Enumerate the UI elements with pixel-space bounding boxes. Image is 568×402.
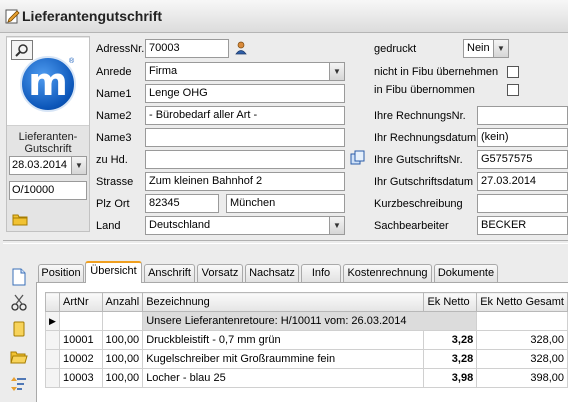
note-icon[interactable] xyxy=(10,320,28,338)
rechnungsnr-label: Ihre RechnungsNr. xyxy=(374,110,466,122)
name3-label: Name3 xyxy=(96,132,132,144)
grid-header-row: ArtNr Anzahl Bezeichnung Ek Netto Ek Net… xyxy=(45,292,568,312)
sachbearbeiter-field[interactable]: BECKER xyxy=(477,216,568,235)
gutschriftsdatum-label: Ihr Gutschriftsdatum xyxy=(374,176,474,188)
gutschriftsnr-label: Ihre GutschriftsNr. xyxy=(374,154,463,166)
ort-field[interactable]: München xyxy=(226,194,345,213)
gedruckt-select[interactable]: Nein ▼ xyxy=(463,39,509,58)
strasse-label: Strasse xyxy=(96,176,134,188)
document-number-field[interactable]: O/10000 xyxy=(9,181,87,200)
row-pointer-icon: ▶ xyxy=(45,311,60,331)
tab-kostenrechnung[interactable]: Kostenrechnung xyxy=(343,264,432,282)
document-date-select[interactable]: 28.03.2014 ▼ xyxy=(9,156,87,175)
sort-icon[interactable] xyxy=(10,375,28,393)
tab-anschrift[interactable]: Anschrift xyxy=(144,264,195,282)
folders-icon[interactable] xyxy=(10,348,28,366)
edit-document-icon xyxy=(5,9,20,24)
new-document-icon[interactable] xyxy=(10,268,28,286)
name2-field[interactable]: - Bürobedarf aller Art - xyxy=(145,106,345,125)
column-header[interactable]: Anzahl xyxy=(101,292,144,312)
zuhd-label: zu Hd. xyxy=(96,154,128,166)
anrede-label: Anrede xyxy=(96,66,132,78)
tab-dokumente[interactable]: Dokumente xyxy=(434,264,498,282)
land-label: Land xyxy=(96,220,121,232)
rechnungsnr-field[interactable] xyxy=(477,106,568,125)
in-fibu-checkbox[interactable] xyxy=(507,84,519,96)
person-icon[interactable] xyxy=(234,41,248,55)
positions-grid[interactable]: ArtNr Anzahl Bezeichnung Ek Netto Ek Net… xyxy=(45,292,568,388)
adressnr-label: AdressNr. xyxy=(96,43,145,55)
gedruckt-label: gedruckt xyxy=(374,43,417,55)
column-header[interactable]: ArtNr xyxy=(58,292,103,312)
row-selector-header xyxy=(45,292,60,312)
name1-field[interactable]: Lenge OHG xyxy=(145,84,345,103)
table-row[interactable]: 10003 100,00 Locher - blau 25 3,98 398,0… xyxy=(45,368,568,388)
table-row[interactable]: 10002 100,00 Kugelschreiber mit Großraum… xyxy=(45,349,568,369)
nicht-fibu-checkbox[interactable] xyxy=(507,66,519,78)
window-title: Lieferantengutschrift xyxy=(22,8,163,24)
tab-info[interactable]: Info xyxy=(301,264,341,282)
tab-nachsatz[interactable]: Nachsatz xyxy=(245,264,299,282)
land-select[interactable]: Deutschland ▼ xyxy=(145,216,345,235)
gutschriftsdatum-field[interactable]: 27.03.2014 xyxy=(477,172,568,191)
tab-uebersicht[interactable]: Übersicht xyxy=(85,261,142,283)
name3-field[interactable] xyxy=(145,128,345,147)
chevron-down-icon[interactable]: ▼ xyxy=(329,217,344,234)
company-logo: m xyxy=(20,56,76,112)
adressnr-field[interactable]: 70003 xyxy=(145,39,229,58)
rechnungsdatum-label: Ihr Rechnungsdatum xyxy=(374,132,477,144)
registered-mark: ® xyxy=(69,58,75,65)
table-row[interactable]: 10001 100,00 Druckbleistift - 0,7 mm grü… xyxy=(45,330,568,350)
reference-text: Unsere Lieferantenretoure: H/10011 vom: … xyxy=(142,311,478,331)
chevron-down-icon[interactable]: ▼ xyxy=(329,63,344,80)
rechnungsdatum-field[interactable]: (kein) xyxy=(477,128,568,147)
chevron-down-icon[interactable]: ▼ xyxy=(493,40,508,57)
cut-icon[interactable] xyxy=(10,294,28,312)
in-fibu-label: in Fibu übernommen xyxy=(374,84,475,96)
folder-icon[interactable] xyxy=(12,212,28,226)
nicht-fibu-label: nicht in Fibu übernehmen xyxy=(374,66,499,78)
name2-label: Name2 xyxy=(96,110,132,122)
chevron-down-icon[interactable]: ▼ xyxy=(71,157,86,174)
copy-icon[interactable] xyxy=(350,150,366,166)
anrede-select[interactable]: Firma ▼ xyxy=(145,62,345,81)
plz-field[interactable]: 82345 xyxy=(145,194,219,213)
plz-ort-label: Plz Ort xyxy=(96,198,130,210)
kurzbeschreibung-field[interactable] xyxy=(477,194,568,213)
column-header[interactable]: Bezeichnung xyxy=(142,292,425,312)
zoom-icon[interactable] xyxy=(11,40,33,60)
zuhd-field[interactable] xyxy=(145,150,345,169)
gutschriftsnr-field[interactable]: G5757575 xyxy=(477,150,568,169)
kurzbeschreibung-label: Kurzbeschreibung xyxy=(374,198,463,210)
column-header[interactable]: Ek Netto Gesamt xyxy=(476,292,568,312)
document-type-label: Lieferanten- Gutschrift xyxy=(18,131,78,155)
table-row[interactable]: ▶ Unsere Lieferantenretoure: H/10011 vom… xyxy=(45,311,568,331)
sachbearbeiter-label: Sachbearbeiter xyxy=(374,220,449,232)
tab-position[interactable]: Position xyxy=(38,264,84,282)
tab-vorsatz[interactable]: Vorsatz xyxy=(197,264,243,282)
strasse-field[interactable]: Zum kleinen Bahnhof 2 xyxy=(145,172,345,191)
section-divider xyxy=(3,240,568,244)
name1-label: Name1 xyxy=(96,88,132,100)
column-header[interactable]: Ek Netto xyxy=(423,292,478,312)
